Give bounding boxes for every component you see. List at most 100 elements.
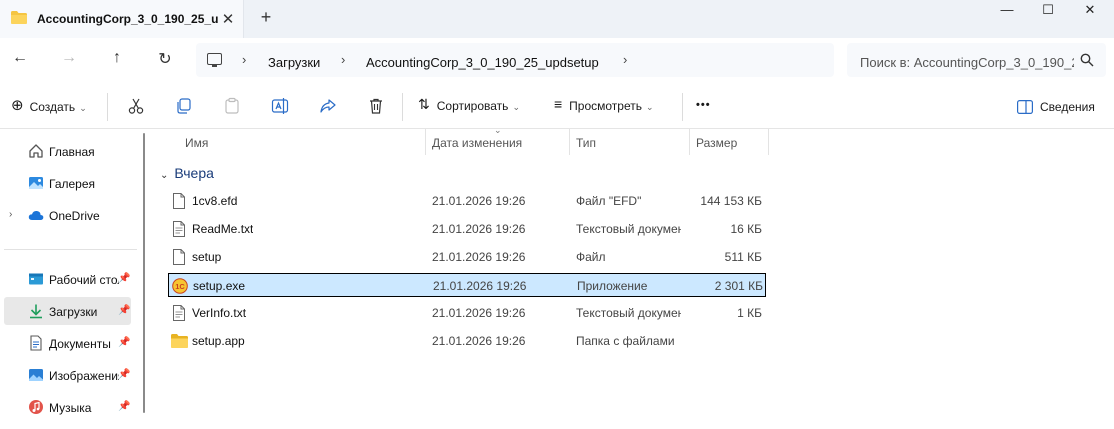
group-header-yesterday[interactable]: ⌄ Вчера bbox=[160, 165, 214, 181]
forward-arrow-icon[interactable]: → bbox=[59, 49, 79, 69]
column-header-name[interactable]: Имя bbox=[185, 136, 208, 150]
refresh-icon[interactable]: ↻ bbox=[155, 49, 175, 69]
cut-icon[interactable] bbox=[127, 97, 145, 115]
desktop-icon bbox=[29, 273, 43, 285]
file-type: Файл "EFD" bbox=[576, 194, 642, 208]
close-tab-icon[interactable]: ✕ bbox=[220, 10, 236, 28]
sidebar-item-label: Загрузки bbox=[49, 305, 98, 319]
file-date: 21.01.2026 19:26 bbox=[432, 194, 526, 208]
command-bar: ⊕ Создать ⌄ ⇅ Сортировать ⌄ ≡ Просмотреть ⌄ ••… bbox=[0, 85, 1114, 129]
chevron-down-icon: ⌄ bbox=[79, 103, 87, 113]
text-file-icon bbox=[173, 221, 185, 237]
search-box[interactable]: Поиск в: AccountingCorp_3_0_190_25_updse… bbox=[847, 43, 1106, 77]
pin-icon[interactable]: 📌 bbox=[118, 305, 130, 316]
column-header-size[interactable]: Размер bbox=[696, 136, 737, 150]
file-icon bbox=[173, 193, 185, 209]
column-header-type[interactable]: Тип bbox=[576, 136, 596, 150]
search-input[interactable]: Поиск в: AccountingCorp_3_0_190_25_updse… bbox=[860, 55, 1074, 70]
column-divider[interactable] bbox=[768, 129, 769, 155]
pin-icon[interactable]: 📌 bbox=[118, 273, 130, 284]
breadcrumb-downloads[interactable]: Загрузки bbox=[268, 55, 320, 70]
window-tab[interactable]: AccountingCorp_3_0_190_25_u ✕ bbox=[0, 0, 244, 38]
rename-icon[interactable] bbox=[271, 97, 289, 115]
sidebar-item-gallery[interactable]: Галерея bbox=[4, 169, 131, 197]
sort-button[interactable]: ⇅ Сортировать ⌄ bbox=[418, 96, 520, 117]
details-pane-icon bbox=[1017, 100, 1034, 115]
pin-icon[interactable]: 📌 bbox=[118, 401, 130, 412]
divider bbox=[107, 93, 108, 121]
file-date: 21.01.2026 19:26 bbox=[432, 334, 526, 348]
file-size: 1 КБ bbox=[737, 306, 762, 320]
pictures-icon bbox=[29, 369, 43, 381]
column-divider[interactable] bbox=[569, 129, 570, 155]
chevron-right-icon[interactable]: › bbox=[341, 52, 345, 67]
sidebar-scrollbar[interactable] bbox=[143, 133, 145, 413]
file-row[interactable]: VerInfo.txt 21.01.2026 19:26 Текстовый д… bbox=[168, 301, 766, 325]
column-header-date[interactable]: Дата изменения bbox=[432, 136, 522, 150]
maximize-icon[interactable]: ☐ bbox=[1038, 2, 1058, 18]
column-divider[interactable] bbox=[689, 129, 690, 155]
file-name: VerInfo.txt bbox=[192, 306, 247, 320]
file-type: Текстовый документ bbox=[576, 306, 681, 320]
file-date: 21.01.2026 19:26 bbox=[433, 279, 527, 293]
column-headers: ⌄ Имя Дата изменения Тип Размер bbox=[150, 125, 770, 157]
chevron-right-icon[interactable]: › bbox=[242, 52, 246, 67]
view-button[interactable]: ≡ Просмотреть ⌄ bbox=[554, 96, 654, 117]
file-row[interactable]: setup 21.01.2026 19:26 Файл 511 КБ bbox=[168, 245, 766, 269]
column-divider[interactable] bbox=[425, 129, 426, 155]
sidebar-item-onedrive[interactable]: › OneDrive bbox=[4, 201, 131, 229]
text-file-icon bbox=[173, 305, 185, 321]
sidebar-item-downloads[interactable]: Загрузки 📌 bbox=[4, 297, 131, 325]
file-size: 2 301 КБ bbox=[714, 279, 763, 293]
sidebar-divider bbox=[4, 249, 137, 250]
folder-icon bbox=[11, 11, 27, 24]
pin-icon[interactable]: 📌 bbox=[118, 337, 130, 348]
file-type: Файл bbox=[576, 250, 606, 264]
sidebar-item-label: Документы bbox=[49, 337, 111, 351]
documents-icon bbox=[30, 335, 42, 351]
svg-text:1С: 1С bbox=[175, 282, 185, 291]
file-size: 511 КБ bbox=[724, 250, 762, 264]
create-button[interactable]: ⊕ Создать ⌄ bbox=[11, 97, 87, 117]
pin-icon[interactable]: 📌 bbox=[118, 369, 130, 380]
new-tab-button[interactable]: + bbox=[257, 7, 275, 28]
file-name: 1cv8.efd bbox=[192, 194, 238, 208]
up-arrow-icon[interactable]: ↑ bbox=[107, 49, 127, 69]
delete-icon[interactable] bbox=[367, 97, 385, 115]
divider bbox=[682, 93, 683, 121]
home-icon bbox=[29, 144, 43, 158]
paste-icon[interactable] bbox=[223, 97, 241, 115]
app-1c-icon: 1С bbox=[172, 278, 188, 294]
share-icon[interactable] bbox=[319, 97, 337, 115]
sidebar-item-music[interactable]: Музыка 📌 bbox=[4, 393, 131, 421]
file-row[interactable]: ReadMe.txt 21.01.2026 19:26 Текстовый до… bbox=[168, 217, 766, 241]
copy-icon[interactable] bbox=[175, 97, 193, 115]
chevron-down-icon: ⌄ bbox=[646, 102, 654, 112]
this-pc-icon bbox=[207, 53, 222, 67]
more-options-button[interactable]: ••• bbox=[696, 99, 711, 119]
file-row-selected[interactable]: 1С setup.exe 21.01.2026 19:26 Приложение… bbox=[168, 273, 766, 297]
chevron-right-icon[interactable]: › bbox=[9, 209, 12, 220]
title-bar: AccountingCorp_3_0_190_25_u ✕ + — ☐ ✕ bbox=[0, 0, 1114, 38]
sidebar-item-pictures[interactable]: Изображения 📌 bbox=[4, 361, 131, 389]
close-window-icon[interactable]: ✕ bbox=[1080, 2, 1100, 18]
sidebar-item-home[interactable]: Главная bbox=[4, 137, 131, 165]
minimize-icon[interactable]: — bbox=[997, 2, 1017, 18]
sidebar-item-label: Главная bbox=[49, 145, 95, 159]
view-list-icon: ≡ bbox=[554, 96, 563, 112]
file-row[interactable]: setup.app 21.01.2026 19:26 Папка с файла… bbox=[168, 329, 766, 353]
breadcrumb-current-folder[interactable]: AccountingCorp_3_0_190_25_updsetup bbox=[366, 55, 599, 70]
chevron-down-icon[interactable]: ⌄ bbox=[160, 170, 168, 181]
file-row[interactable]: 1cv8.efd 21.01.2026 19:26 Файл "EFD" 144… bbox=[168, 189, 766, 213]
back-arrow-icon[interactable]: ← bbox=[10, 49, 30, 69]
chevron-down-icon: ⌄ bbox=[512, 102, 520, 112]
chevron-right-icon[interactable]: › bbox=[623, 52, 627, 67]
sidebar-item-label: OneDrive bbox=[49, 209, 100, 223]
address-bar[interactable]: › Загрузки › AccountingCorp_3_0_190_25_u… bbox=[196, 43, 834, 77]
sidebar-item-documents[interactable]: Документы 📌 bbox=[4, 329, 131, 357]
file-date: 21.01.2026 19:26 bbox=[432, 222, 526, 236]
sidebar-item-label: Изображения bbox=[49, 369, 119, 383]
sidebar-item-desktop[interactable]: Рабочий стол 📌 bbox=[4, 265, 131, 293]
details-button[interactable]: Сведения bbox=[1017, 97, 1095, 117]
search-icon[interactable] bbox=[1080, 53, 1094, 67]
